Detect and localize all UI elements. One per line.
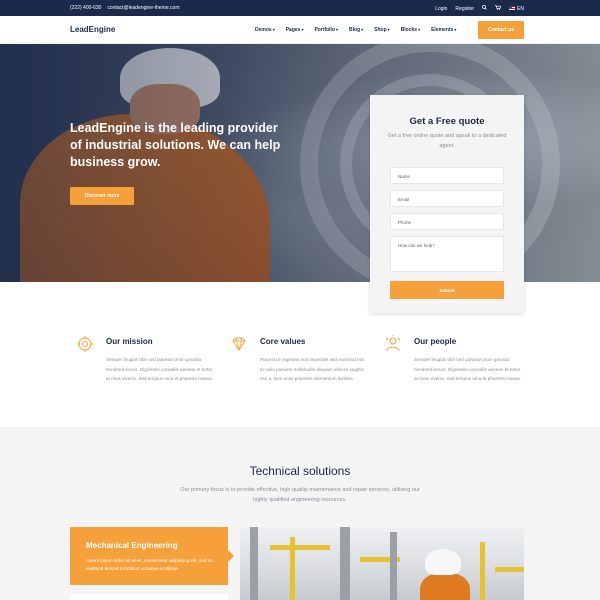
name-field[interactable]: Name: [390, 167, 504, 184]
language-label: EN: [517, 5, 524, 12]
chevron-down-icon: ▾: [272, 27, 275, 32]
diamond-icon: [230, 335, 248, 353]
people-icon: [384, 335, 402, 353]
section-description: Our primary focus is to provide effectiv…: [180, 487, 420, 503]
contact-us-button[interactable]: Contact us: [478, 21, 524, 39]
email-field[interactable]: Email: [390, 190, 504, 207]
nav-item-shop[interactable]: Shop▾: [374, 27, 390, 33]
service-card-title: Mechanical Engineering: [86, 541, 178, 550]
submit-button[interactable]: Submit: [390, 281, 504, 299]
hero-headline: LeadEngine is the leading provider of in…: [70, 121, 281, 169]
feature-text: Semper feugiat nibh sed pulvinar proin g…: [414, 357, 521, 381]
photo-worker-body: [420, 573, 470, 600]
feature-text: Semper feugiat nibh sed pulvinar proin g…: [106, 357, 213, 381]
top-bar-actions: Login Register EN: [435, 5, 524, 12]
email-address[interactable]: contact@leadengine-theme.com: [107, 5, 179, 11]
nav-item-blog[interactable]: Blog▾: [349, 27, 363, 33]
chevron-down-icon: ▾: [418, 27, 421, 32]
service-card-next[interactable]: [70, 594, 228, 600]
service-card-mechanical-engineering[interactable]: Mechanical Engineering Lorem ipsum dolor…: [70, 527, 234, 585]
nav-item-elements[interactable]: Elements▾: [431, 27, 456, 33]
target-icon: [76, 335, 94, 353]
chevron-down-icon: ▾: [454, 27, 457, 32]
chevron-down-icon: ▾: [387, 27, 390, 32]
chevron-down-icon: ▾: [301, 27, 304, 32]
service-photo: [240, 527, 524, 600]
feature-title: Our mission: [106, 337, 153, 346]
photo-pipe: [495, 567, 524, 572]
top-bar: (222) 400-630 contact@leadengine-theme.c…: [0, 0, 600, 16]
feature-title: Core values: [260, 337, 306, 346]
nav-item-portfolio[interactable]: Portfolio▾: [314, 27, 338, 33]
photo-pipe: [250, 527, 258, 600]
service-card-text: Lorem ipsum dolor sit amet, consectetur …: [86, 558, 213, 571]
us-flag-icon: [509, 6, 516, 11]
phone-number[interactable]: (222) 400-630: [70, 5, 101, 11]
language-switcher[interactable]: EN: [509, 6, 524, 12]
site-logo[interactable]: LeadEngine: [70, 25, 115, 34]
chevron-down-icon: ▾: [361, 27, 364, 32]
search-icon[interactable]: [482, 5, 487, 12]
message-field[interactable]: How can we help?: [390, 236, 504, 272]
section-title: Technical solutions: [249, 464, 351, 478]
cart-icon[interactable]: [495, 5, 502, 12]
photo-pipe: [270, 545, 330, 550]
nav-item-pages[interactable]: Pages▾: [286, 27, 304, 33]
chevron-down-icon: ▾: [336, 27, 339, 32]
nav-item-blocks[interactable]: Blocks▾: [401, 27, 420, 33]
register-link[interactable]: Register: [455, 6, 474, 12]
technical-solutions-section: Technical solutions Our primary focus is…: [0, 427, 600, 600]
photo-pipe: [290, 537, 295, 600]
quote-form-title: Get a Free quote: [409, 116, 485, 127]
photo-pipe: [340, 527, 350, 600]
nav-menu: Demos▾ Pages▾ Portfolio▾ Blog▾ Shop▾ Blo…: [255, 27, 456, 33]
top-bar-contact: (222) 400-630 contact@leadengine-theme.c…: [70, 5, 179, 11]
discover-more-button[interactable]: Discover more: [70, 187, 134, 205]
quote-form: Get a Free quote Get a free online quote…: [370, 95, 524, 313]
login-link[interactable]: Login: [435, 6, 447, 12]
photo-pipe: [480, 542, 485, 600]
quote-form-subtitle: Get a free online quote and speak to a d…: [387, 133, 507, 149]
photo-pipe: [390, 532, 397, 600]
photo-worker-helmet: [425, 549, 461, 575]
nav-item-demos[interactable]: Demos▾: [255, 27, 275, 33]
feature-text: Placerat in egestas erat imperdiet sed e…: [260, 357, 366, 381]
phone-field[interactable]: Phone: [390, 213, 504, 230]
feature-title: Our people: [414, 337, 457, 346]
